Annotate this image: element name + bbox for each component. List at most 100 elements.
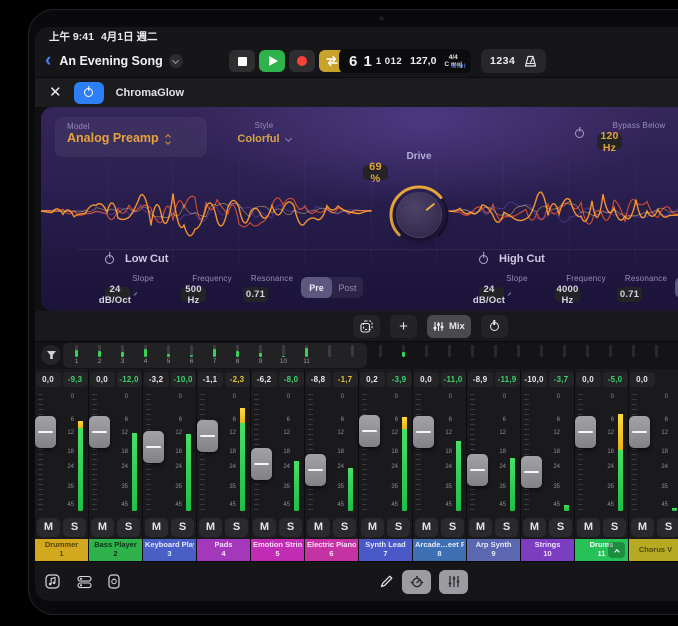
overview-track-3[interactable]: 3 [111, 345, 134, 368]
overview-track-7[interactable]: 7 [203, 345, 226, 368]
fader-handle[interactable] [359, 415, 380, 447]
overview-track[interactable] [645, 345, 668, 357]
song-menu-button[interactable] [169, 54, 183, 68]
overview-track[interactable] [461, 345, 484, 357]
back-icon[interactable]: ‹ [45, 51, 51, 70]
overview-track[interactable] [530, 345, 553, 357]
track-nameplate[interactable]: Keyboard Player 3 [143, 539, 196, 561]
track-nameplate[interactable]: Synth Lead 7 [359, 539, 412, 561]
low-cut-power-icon[interactable] [105, 255, 114, 264]
overview-track[interactable] [622, 345, 645, 357]
overview-track-9[interactable]: 9 [249, 345, 272, 368]
overview-track[interactable] [576, 345, 599, 357]
style-selector[interactable]: Style Colorful [219, 121, 309, 145]
metronome-icon[interactable] [524, 55, 537, 68]
mute-button[interactable]: M [631, 518, 654, 537]
fader-value[interactable]: 0,0 [576, 372, 601, 387]
solo-button[interactable]: S [495, 518, 518, 537]
overview-track[interactable] [507, 345, 530, 357]
solo-button[interactable]: S [333, 518, 356, 537]
pre-button[interactable]: Pre [301, 277, 332, 298]
overview-track-4[interactable]: 4 [134, 345, 157, 368]
solo-button[interactable]: S [549, 518, 572, 537]
fader-handle[interactable] [35, 416, 56, 448]
overview-track[interactable] [392, 345, 415, 357]
overview-track[interactable] [668, 345, 678, 357]
fader-value[interactable]: -8,8 [306, 372, 331, 387]
fader-value[interactable]: -1,1 [198, 372, 223, 387]
model-selector[interactable]: Model Analog Preamp [55, 117, 207, 157]
overview-track[interactable] [553, 345, 576, 357]
high-cut-frequency[interactable]: Frequency 4000 Hz [555, 274, 617, 302]
mixer-power-button[interactable] [481, 315, 508, 338]
overview-track-5[interactable]: 5 [157, 345, 180, 368]
overview-track[interactable] [369, 345, 392, 357]
solo-button[interactable]: S [63, 518, 86, 537]
fader-handle[interactable] [629, 416, 650, 448]
track-nameplate[interactable]: Chorus V [629, 539, 678, 561]
low-cut-frequency[interactable]: Frequency 500 Hz [181, 274, 243, 302]
mute-button[interactable]: M [361, 518, 384, 537]
fader-handle[interactable] [521, 456, 542, 488]
overview-track-8[interactable]: 8 [226, 345, 249, 368]
fader-value[interactable]: -6,2 [252, 372, 277, 387]
track-nameplate[interactable]: Arp Synth 9 [467, 539, 520, 561]
solo-button[interactable]: S [117, 518, 140, 537]
plugin-power-button[interactable] [74, 82, 104, 104]
track-nameplate[interactable]: Strings 10 [521, 539, 574, 561]
track-nameplate[interactable]: Drummer 1 [35, 539, 88, 561]
drive-knob[interactable] [389, 185, 449, 245]
add-track-button[interactable]: + [390, 315, 417, 338]
overview-track-11[interactable]: 11 [295, 345, 318, 368]
mute-button[interactable]: M [577, 518, 600, 537]
mix-mode-button[interactable]: Mix [427, 315, 471, 338]
track-filter-button[interactable] [41, 345, 61, 365]
solo-button[interactable]: S [657, 518, 678, 537]
mute-button[interactable]: M [307, 518, 330, 537]
low-cut-slope[interactable]: Slope 24 dB/Oct [105, 274, 181, 302]
high-cut-resonance[interactable]: Resonance 0.71 [617, 274, 675, 302]
fader-value[interactable]: -3,2 [144, 372, 169, 387]
solo-button[interactable]: S [171, 518, 194, 537]
fader-handle[interactable] [89, 416, 110, 448]
solo-button[interactable]: S [387, 518, 410, 537]
stop-button[interactable] [229, 50, 255, 72]
record-button[interactable] [289, 50, 315, 72]
fader-handle[interactable] [413, 416, 434, 448]
fader-handle[interactable] [251, 448, 272, 480]
high-cut-power-icon[interactable] [479, 255, 488, 264]
track-nameplate[interactable]: Bass Player 2 [89, 539, 142, 561]
solo-button[interactable]: S [441, 518, 464, 537]
overview-track-2[interactable]: 2 [88, 345, 111, 368]
fader-handle[interactable] [467, 454, 488, 486]
overview-track[interactable] [341, 345, 364, 368]
overview-track[interactable] [318, 345, 341, 368]
fader-value[interactable]: 0,0 [36, 372, 61, 387]
fader-handle[interactable] [143, 431, 164, 463]
overview-viewport[interactable]: 1234567891011 [63, 343, 367, 368]
solo-button[interactable]: S [225, 518, 248, 537]
loop-browser-icon[interactable] [45, 574, 62, 589]
mute-button[interactable]: M [415, 518, 438, 537]
overview-offscreen-tracks[interactable] [369, 345, 678, 357]
pencil-icon[interactable] [379, 574, 394, 589]
plugin-tile-icon[interactable] [108, 574, 120, 589]
fader-value[interactable]: -8,9 [468, 372, 493, 387]
count-in-button[interactable]: 1234 [490, 55, 515, 67]
overview-track-1[interactable]: 1 [65, 345, 88, 368]
lcd-display[interactable]: 6 1 1 012 127,0 4/4 C maj MIDI [339, 49, 471, 73]
track-controls-icon[interactable] [77, 575, 93, 589]
high-cut-slope[interactable]: Slope 24 dB/Oct [479, 274, 555, 302]
mute-button[interactable]: M [199, 518, 222, 537]
fader-value[interactable]: -10,0 [522, 372, 547, 387]
fader-handle[interactable] [305, 454, 326, 486]
fader-value[interactable]: 0,0 [414, 372, 439, 387]
mixer-view-button[interactable] [439, 570, 468, 594]
mute-button[interactable]: M [37, 518, 60, 537]
mute-button[interactable]: M [253, 518, 276, 537]
fader-handle[interactable] [575, 416, 596, 448]
track-nameplate[interactable]: Arcade…eet Pad 8 [413, 539, 466, 561]
smart-controls-button[interactable] [402, 570, 431, 594]
overview-track[interactable] [484, 345, 507, 357]
overview-track-10[interactable]: 10 [272, 345, 295, 368]
